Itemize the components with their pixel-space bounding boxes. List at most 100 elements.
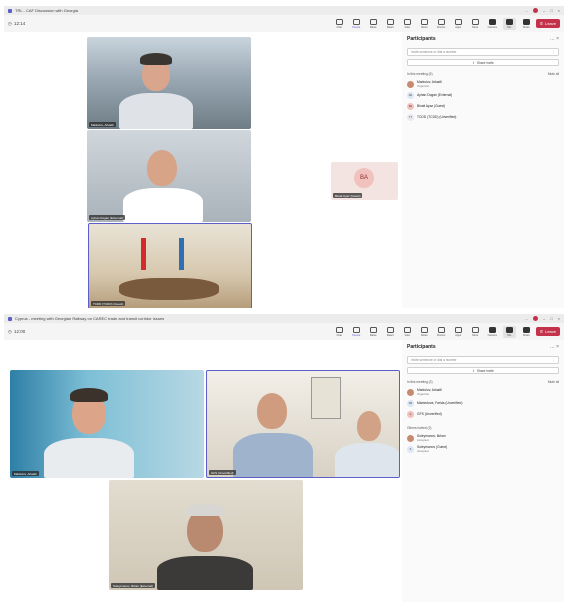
participant-row[interactable]: S Suleymanov (Guest) Accepted — [407, 444, 559, 455]
meeting-timer: ◷ 12:00 — [8, 328, 26, 335]
toolbar-view-button[interactable]: View — [401, 18, 414, 29]
leave-button[interactable]: ✆ Leave — [535, 327, 560, 336]
meeting-window-2: Cyprus - meeting with Georgian Railway o… — [4, 314, 564, 602]
leave-button[interactable]: ✆ Leave — [535, 19, 560, 28]
toolbar-mic-button[interactable]: Mic — [502, 17, 516, 30]
participant-row[interactable]: Markulov, Arkadii Organizer — [407, 387, 559, 398]
maximize-icon[interactable]: □ — [550, 316, 552, 321]
toolbar-raise-button[interactable]: Raise — [367, 18, 380, 29]
meeting-section-header[interactable]: In this meeting (3) Mute all — [407, 380, 559, 384]
invited-section-header[interactable]: Others invited (2) — [407, 426, 559, 430]
video-tile[interactable]: Markulov, Arkadii — [87, 37, 251, 129]
invite-input[interactable]: Invite someone or dial a number ⋮ — [407, 356, 559, 364]
toolbar-chat-button[interactable]: Chat — [333, 326, 346, 337]
toolbar-chat-button[interactable]: Chat — [333, 18, 346, 29]
toolbar-mic-button[interactable]: Mic — [502, 325, 516, 338]
participant-shirt — [44, 438, 134, 478]
participant-row[interactable]: BA Binali Ayaz (Guest) — [407, 101, 559, 112]
participant-shirt — [335, 443, 399, 477]
toolbar-label: View — [404, 25, 411, 29]
close-panel-icon[interactable]: … × — [550, 344, 559, 350]
toolbar-label: Notes — [420, 333, 428, 337]
invite-input[interactable]: Invite someone or dial a number ⋮ — [407, 48, 559, 56]
video-tile[interactable]: GFS (Unverified) — [206, 370, 400, 478]
participant-row[interactable]: Suleymanov, Ilkhan Accepted — [407, 433, 559, 444]
participant-info: Mamedova, Farida (Unverified) — [417, 401, 462, 406]
video-stage: Markulov, Arkadii Ayhan Dogan (External)… — [4, 32, 402, 308]
video-tile-avatar[interactable]: BA Binali Ayaz (Guest) — [331, 162, 398, 200]
toolbar-people-button[interactable]: People — [350, 18, 363, 29]
apps-icon — [454, 326, 462, 333]
toolbar-camera-button[interactable]: Camera — [486, 326, 499, 337]
people-icon — [352, 326, 360, 333]
participant-info: Suleymanov (Guest) Accepted — [417, 445, 447, 454]
participant-row[interactable]: Markulov, Arkadii Organizer — [407, 79, 559, 90]
tile-caption: Suleymanov, Ilkhan (External) — [111, 583, 155, 588]
participant-row[interactable]: TT TCDD (TCDD) (Unverified) — [407, 112, 559, 123]
panel-title: Participants … × — [407, 36, 559, 42]
react-icon — [386, 326, 394, 333]
toolbar-react-button[interactable]: React — [384, 18, 397, 29]
teams-icon — [8, 8, 12, 13]
more-options[interactable]: ... — [525, 316, 528, 321]
participant-face — [357, 411, 381, 441]
participant-row[interactable]: MF Mamedova, Farida (Unverified) — [407, 398, 559, 409]
minimize-icon[interactable]: – — [543, 8, 545, 13]
toolbar-share-button[interactable]: Share — [520, 18, 533, 29]
window-title: Cyprus - meeting with Georgian Railway o… — [15, 316, 165, 321]
participant-name: TCDD (TCDD) (Unverified) — [417, 114, 457, 119]
meeting-toolbar: ◷ 12:14 Chat People Raise React View Notes Roo… — [4, 15, 564, 32]
apps-icon — [454, 18, 462, 25]
toolbar-view-button[interactable]: View — [401, 326, 414, 337]
participant-row[interactable]: G GFS (Unverified) — [407, 409, 559, 420]
tile-caption: Binali Ayaz (Guest) — [333, 193, 363, 198]
participant-face — [147, 150, 177, 186]
toolbar-label: Share — [522, 25, 530, 29]
meeting-section-header[interactable]: In this meeting (5) Mute all — [407, 72, 559, 76]
mute-all-button[interactable]: Mute all — [548, 72, 559, 76]
camera-icon — [488, 326, 496, 333]
share-invite-button[interactable]: ⇪ Share invite — [407, 59, 559, 66]
notes-icon — [420, 326, 428, 333]
minimize-icon[interactable]: – — [543, 316, 545, 321]
toolbar-react-button[interactable]: React — [384, 326, 397, 337]
video-tile[interactable]: Suleymanov, Ilkhan (External) — [109, 480, 303, 590]
tile-caption: Ayhan Dogan (External) — [89, 215, 125, 220]
toolbar-raise-button[interactable]: Raise — [367, 326, 380, 337]
video-tile[interactable]: Ayhan Dogan (External) — [87, 130, 251, 222]
toolbar-more-button[interactable]: More — [469, 326, 482, 337]
video-tile[interactable]: Markulov, Arkadii — [10, 370, 204, 478]
title-bar: Cyprus - meeting with Georgian Railway o… — [4, 314, 564, 323]
toolbar-label: Raise — [369, 25, 377, 29]
close-icon[interactable]: × — [558, 316, 560, 321]
participant-row[interactable]: AD Ayhan Dogan (External) — [407, 90, 559, 101]
shield-icon: ◷ — [8, 20, 12, 26]
toolbar-notes-button[interactable]: Notes — [418, 326, 431, 337]
toolbar-label: Apps — [455, 333, 462, 337]
tile-caption: Markulov, Arkadii — [89, 122, 116, 127]
toolbar-label: More — [472, 333, 479, 337]
toolbar-camera-button[interactable]: Camera — [486, 18, 499, 29]
toolbar-rooms-button[interactable]: Rooms — [435, 18, 448, 29]
more-options[interactable]: ... — [525, 8, 528, 13]
share-invite-button[interactable]: ⇪ Share invite — [407, 367, 559, 374]
profile-avatar[interactable] — [533, 8, 538, 13]
title-bar: TRL - CAF Discussion with Georgia ... – … — [4, 6, 564, 15]
maximize-icon[interactable]: □ — [550, 8, 552, 13]
people-icon — [352, 18, 360, 25]
close-icon[interactable]: × — [558, 8, 560, 13]
profile-avatar[interactable] — [533, 316, 538, 321]
toolbar-apps-button[interactable]: Apps — [452, 326, 465, 337]
toolbar-people-button[interactable]: People — [350, 326, 363, 337]
mute-all-button[interactable]: Mute all — [548, 380, 559, 384]
participant-shirt — [123, 188, 203, 222]
video-tile[interactable]: TCDD (TCDD) (Guest) — [88, 223, 252, 308]
participant-role: Accepted — [417, 449, 429, 454]
toolbar-rooms-button[interactable]: Rooms — [435, 326, 448, 337]
close-panel-icon[interactable]: … × — [550, 36, 559, 42]
avatar: TT — [407, 114, 414, 121]
toolbar-apps-button[interactable]: Apps — [452, 18, 465, 29]
toolbar-share-button[interactable]: Share — [520, 326, 533, 337]
toolbar-more-button[interactable]: More — [469, 18, 482, 29]
toolbar-notes-button[interactable]: Notes — [418, 18, 431, 29]
